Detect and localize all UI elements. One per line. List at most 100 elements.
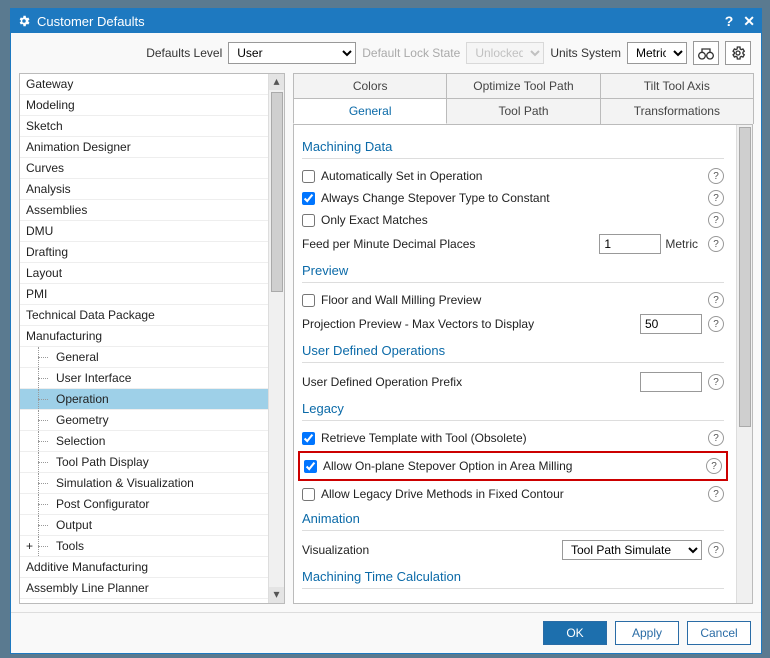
close-button[interactable]: ✕ <box>743 13 755 30</box>
tree-child[interactable]: Output <box>20 515 268 536</box>
retrieve-template-label: Retrieve Template with Tool (Obsolete) <box>321 431 702 445</box>
section-udo: User Defined Operations <box>302 337 724 363</box>
tree-item[interactable]: Modeling <box>20 95 268 116</box>
tree-item[interactable]: Assembly Line Planner <box>20 578 268 599</box>
tree-item[interactable]: Analysis <box>20 179 268 200</box>
toolbar: Defaults Level User Default Lock State U… <box>11 33 761 73</box>
help-icon[interactable]: ? <box>708 292 724 308</box>
gear-icon <box>17 14 31 28</box>
tree-item[interactable]: Assemblies <box>20 200 268 221</box>
tree-item[interactable]: Curves <box>20 158 268 179</box>
help-button[interactable]: ? <box>725 13 734 29</box>
projection-label: Projection Preview - Max Vectors to Disp… <box>302 317 640 331</box>
tree-child-tools[interactable]: +Tools <box>20 536 268 557</box>
projection-input[interactable] <box>640 314 702 334</box>
tree-item-manufacturing[interactable]: Manufacturing <box>20 326 268 347</box>
tree-child[interactable]: Selection <box>20 431 268 452</box>
tree-item[interactable]: Animation Designer <box>20 137 268 158</box>
tab-transformations[interactable]: Transformations <box>600 98 754 124</box>
tree-child[interactable]: General <box>20 347 268 368</box>
tree-child-operation[interactable]: Operation <box>20 389 268 410</box>
help-icon[interactable]: ? <box>706 458 722 474</box>
customer-defaults-dialog: Customer Defaults ? ✕ Defaults Level Use… <box>10 8 762 654</box>
tab-tilt[interactable]: Tilt Tool Axis <box>600 73 754 98</box>
retrieve-template-checkbox[interactable] <box>302 432 315 445</box>
gear-icon <box>730 45 746 61</box>
help-icon[interactable]: ? <box>708 168 724 184</box>
tab-colors[interactable]: Colors <box>293 73 447 98</box>
lock-state-label: Default Lock State <box>362 46 460 60</box>
allow-onplane-label: Allow On-plane Stepover Option in Area M… <box>323 459 700 473</box>
scroll-down-icon[interactable]: ▾ <box>269 587 284 603</box>
always-change-label: Always Change Stepover Type to Constant <box>321 191 702 205</box>
exact-matches-label: Only Exact Matches <box>321 213 702 227</box>
exact-matches-checkbox[interactable] <box>302 214 315 227</box>
tree-item[interactable]: Additive Manufacturing <box>20 557 268 578</box>
feed-unit: Metric <box>665 237 698 251</box>
visualization-label: Visualization <box>302 543 562 557</box>
section-animation: Animation <box>302 505 724 531</box>
tree-child[interactable]: Geometry <box>20 410 268 431</box>
tree-item[interactable]: Technical Data Package <box>20 305 268 326</box>
tree-item[interactable]: Drafting <box>20 242 268 263</box>
floor-wall-label: Floor and Wall Milling Preview <box>321 293 702 307</box>
tree-child[interactable]: Tool Path Display <box>20 452 268 473</box>
navigation-tree: Gateway Modeling Sketch Animation Design… <box>19 73 285 604</box>
always-change-checkbox[interactable] <box>302 192 315 205</box>
section-preview: Preview <box>302 257 724 283</box>
scroll-thumb[interactable] <box>739 127 751 427</box>
allow-drive-label: Allow Legacy Drive Methods in Fixed Cont… <box>321 487 702 501</box>
help-icon[interactable]: ? <box>708 316 724 332</box>
scroll-thumb[interactable] <box>271 92 283 292</box>
tree-item[interactable]: PMI <box>20 284 268 305</box>
section-legacy: Legacy <box>302 395 724 421</box>
help-icon[interactable]: ? <box>708 486 724 502</box>
tree-child[interactable]: User Interface <box>20 368 268 389</box>
tree-scrollbar[interactable]: ▴ ▾ <box>268 74 284 603</box>
settings-button[interactable] <box>725 41 751 65</box>
feed-label: Feed per Minute Decimal Places <box>302 237 599 251</box>
help-icon[interactable]: ? <box>708 236 724 252</box>
allow-drive-checkbox[interactable] <box>302 488 315 501</box>
apply-button[interactable]: Apply <box>615 621 679 645</box>
udo-prefix-input[interactable] <box>640 372 702 392</box>
help-icon[interactable]: ? <box>708 212 724 228</box>
udo-prefix-label: User Defined Operation Prefix <box>302 375 640 389</box>
tree-child[interactable]: Simulation & Visualization <box>20 473 268 494</box>
allow-onplane-checkbox[interactable] <box>304 460 317 473</box>
auto-set-label: Automatically Set in Operation <box>321 169 702 183</box>
scroll-up-icon[interactable]: ▴ <box>269 74 284 90</box>
tree-item[interactable]: Sketch <box>20 116 268 137</box>
tree-item[interactable]: Layout <box>20 263 268 284</box>
ok-button[interactable]: OK <box>543 621 607 645</box>
floor-wall-checkbox[interactable] <box>302 294 315 307</box>
defaults-level-label: Defaults Level <box>146 46 222 60</box>
tab-optimize[interactable]: Optimize Tool Path <box>446 73 600 98</box>
tree-item[interactable]: Gateway <box>20 74 268 95</box>
find-button[interactable] <box>693 41 719 65</box>
cancel-button[interactable]: Cancel <box>687 621 751 645</box>
section-machining-data: Machining Data <box>302 133 724 159</box>
auto-set-checkbox[interactable] <box>302 170 315 183</box>
tab-tool-path[interactable]: Tool Path <box>446 98 600 124</box>
lock-state-select: Unlocked <box>466 42 544 64</box>
help-icon[interactable]: ? <box>708 542 724 558</box>
tree-child[interactable]: Post Configurator <box>20 494 268 515</box>
help-icon[interactable]: ? <box>708 430 724 446</box>
units-system-select[interactable]: Metric <box>627 42 687 64</box>
highlighted-row: Allow On-plane Stepover Option in Area M… <box>298 451 728 481</box>
tab-general[interactable]: General <box>293 98 447 124</box>
tree-item[interactable]: DMU <box>20 221 268 242</box>
tab-row-2: General Tool Path Transformations <box>293 98 753 125</box>
dialog-footer: OK Apply Cancel <box>11 612 761 653</box>
visualization-select[interactable]: Tool Path Simulate <box>562 540 702 560</box>
section-mtc: Machining Time Calculation <box>302 563 724 589</box>
feed-input[interactable] <box>599 234 661 254</box>
defaults-level-select[interactable]: User <box>228 42 356 64</box>
tab-row-1: Colors Optimize Tool Path Tilt Tool Axis <box>293 73 753 99</box>
tree-item[interactable]: Line Designer <box>20 599 268 603</box>
help-icon[interactable]: ? <box>708 190 724 206</box>
titlebar: Customer Defaults ? ✕ <box>11 9 761 33</box>
help-icon[interactable]: ? <box>708 374 724 390</box>
content-scrollbar[interactable] <box>736 125 752 603</box>
